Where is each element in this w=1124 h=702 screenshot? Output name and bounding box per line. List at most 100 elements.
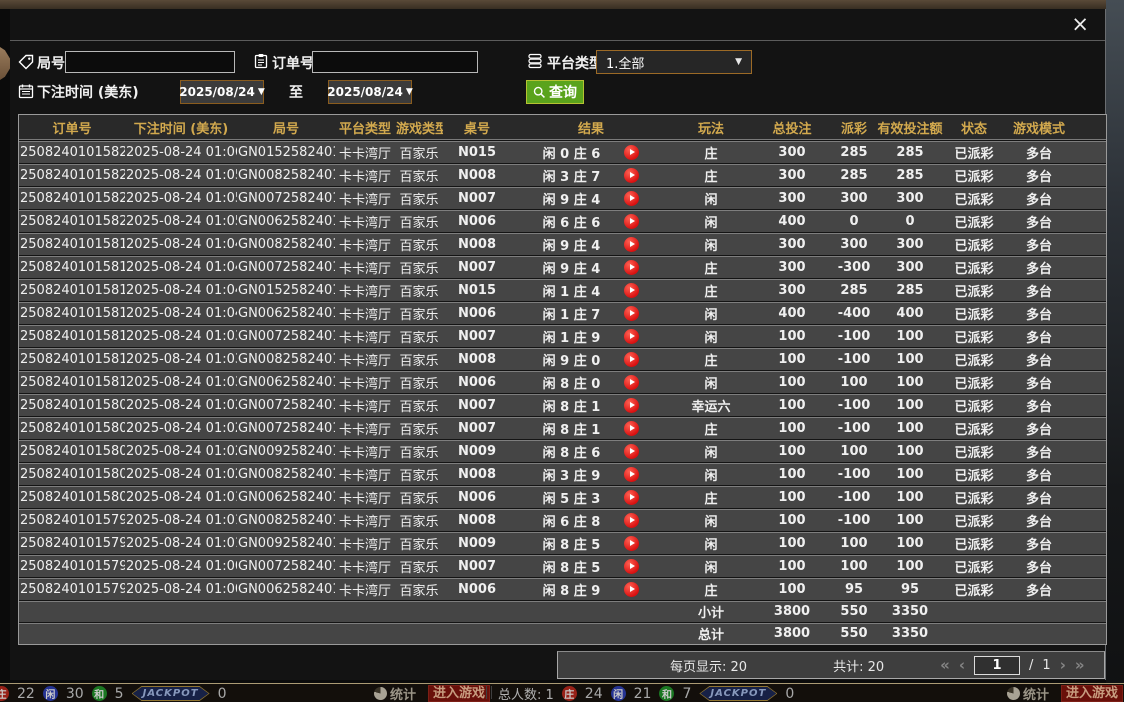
replay-icon[interactable] bbox=[624, 168, 639, 183]
cell-payout: 100 bbox=[833, 531, 875, 554]
tie-badge: 和 bbox=[92, 686, 107, 701]
cell-platform-type: 卡卡湾厅 bbox=[335, 301, 395, 324]
stats-button[interactable]: 统计 bbox=[1007, 684, 1049, 702]
cell-platform-type: 卡卡湾厅 bbox=[335, 439, 395, 462]
replay-icon[interactable] bbox=[624, 237, 639, 252]
cell-play-type: 庄 bbox=[671, 255, 751, 278]
cell-game-mode: 多台 bbox=[1003, 140, 1075, 163]
cell-bet-time: 2025-08-24 01:00:55 bbox=[125, 577, 237, 600]
cell-table-no: N006 bbox=[443, 485, 511, 508]
cell-result: 闲 3 庄 7 bbox=[511, 163, 671, 186]
first-page-icon[interactable]: « bbox=[940, 658, 950, 672]
cell-payout: -100 bbox=[833, 393, 875, 416]
next-page-icon[interactable]: › bbox=[1060, 658, 1066, 672]
platform-type-select[interactable]: 1.全部 ▼ bbox=[596, 50, 752, 74]
cell-bet-time: 2025-08-24 01:02:11 bbox=[125, 393, 237, 416]
bet-time-label: 下注时间 (美东) bbox=[37, 82, 139, 102]
cell-round-no: GN0082582401A bbox=[237, 347, 335, 370]
replay-icon[interactable] bbox=[624, 191, 639, 206]
close-icon[interactable]: × bbox=[1071, 12, 1089, 36]
cell-spacer bbox=[1075, 462, 1106, 485]
stats-button[interactable]: 统计 bbox=[374, 684, 416, 702]
page-number-input[interactable] bbox=[974, 656, 1020, 675]
replay-icon[interactable] bbox=[624, 352, 639, 367]
cell-table-no: N015 bbox=[443, 278, 511, 301]
cell-play-type: 庄 bbox=[671, 416, 751, 439]
cell-platform-type: 卡卡湾厅 bbox=[335, 209, 395, 232]
cell-game-type: 百家乐 bbox=[395, 255, 443, 278]
replay-icon[interactable] bbox=[624, 398, 639, 413]
col-header-payout: 派彩 bbox=[833, 115, 875, 140]
replay-icon[interactable] bbox=[624, 513, 639, 528]
cell-play-type: 庄 bbox=[671, 278, 751, 301]
cell-bet-time: 2025-08-24 01:01:11 bbox=[125, 508, 237, 531]
replay-icon[interactable] bbox=[624, 306, 639, 321]
cell-table-no: N007 bbox=[443, 186, 511, 209]
cell-result: 闲 1 庄 9 bbox=[511, 324, 671, 347]
cell-game-mode: 多台 bbox=[1003, 462, 1075, 485]
cell-game-type: 百家乐 bbox=[395, 531, 443, 554]
game-no-input[interactable] bbox=[65, 51, 235, 73]
left-table-actions: 统计 进入游戏 bbox=[374, 685, 490, 702]
cell-status: 已派彩 bbox=[945, 278, 1003, 301]
col-header-order-no: 订单号 bbox=[19, 115, 125, 140]
replay-icon[interactable] bbox=[624, 283, 639, 298]
cell-game-type: 百家乐 bbox=[395, 140, 443, 163]
cell-total-bet: 100 bbox=[751, 531, 833, 554]
order-no-input[interactable] bbox=[312, 51, 478, 73]
cell-payout: 285 bbox=[833, 278, 875, 301]
enter-game-button[interactable]: 进入游戏 bbox=[1061, 685, 1123, 702]
player-badge: 闲 bbox=[43, 686, 58, 701]
total-label: 总计 bbox=[671, 622, 751, 644]
replay-icon[interactable] bbox=[624, 260, 639, 275]
cell-payout: 100 bbox=[833, 554, 875, 577]
cell-game-mode: 多台 bbox=[1003, 439, 1075, 462]
jackpot-badge: JACKPOT bbox=[699, 686, 777, 701]
cell-order-no: 250824010158217 bbox=[19, 209, 125, 232]
cell-status: 已派彩 bbox=[945, 393, 1003, 416]
replay-icon[interactable] bbox=[624, 582, 639, 597]
cell-platform-type: 卡卡湾厅 bbox=[335, 163, 395, 186]
replay-icon[interactable] bbox=[624, 536, 639, 551]
enter-game-button[interactable]: 进入游戏 bbox=[428, 685, 490, 702]
replay-icon[interactable] bbox=[624, 329, 639, 344]
cell-result: 闲 9 庄 4 bbox=[511, 255, 671, 278]
cell-game-type: 百家乐 bbox=[395, 508, 443, 531]
cell-bet-time: 2025-08-24 01:03:27 bbox=[125, 324, 237, 347]
cell-table-no: N008 bbox=[443, 232, 511, 255]
cell-spacer bbox=[1075, 186, 1106, 209]
cell-game-mode: 多台 bbox=[1003, 347, 1075, 370]
date-from-picker[interactable]: 2025/08/24 ▼ bbox=[180, 80, 264, 104]
date-to-picker[interactable]: 2025/08/24 ▼ bbox=[328, 80, 412, 104]
replay-icon[interactable] bbox=[624, 467, 639, 482]
replay-icon[interactable] bbox=[624, 559, 639, 574]
replay-icon[interactable] bbox=[624, 145, 639, 160]
cell-platform-type: 卡卡湾厅 bbox=[335, 531, 395, 554]
cell-table-no: N007 bbox=[443, 393, 511, 416]
cell-valid-bet: 285 bbox=[875, 140, 945, 163]
replay-icon[interactable] bbox=[624, 421, 639, 436]
last-page-icon[interactable]: » bbox=[1075, 658, 1085, 672]
cell-game-mode: 多台 bbox=[1003, 186, 1075, 209]
cell-game-mode: 多台 bbox=[1003, 554, 1075, 577]
replay-icon[interactable] bbox=[624, 444, 639, 459]
cell-total-bet: 100 bbox=[751, 370, 833, 393]
table-row: 2508240101582262025-08-24 01:05:34GN0072… bbox=[19, 186, 1106, 209]
replay-icon[interactable] bbox=[624, 214, 639, 229]
cell-game-mode: 多台 bbox=[1003, 485, 1075, 508]
cell-payout: 285 bbox=[833, 163, 875, 186]
result-text: 闲 5 庄 3 bbox=[543, 488, 601, 507]
cell-platform-type: 卡卡湾厅 bbox=[335, 393, 395, 416]
cell-valid-bet: 400 bbox=[875, 301, 945, 324]
query-button[interactable]: 查询 bbox=[526, 80, 584, 104]
col-header-platform-type: 平台类型 bbox=[335, 115, 395, 140]
cell-spacer bbox=[1075, 508, 1106, 531]
replay-icon[interactable] bbox=[624, 490, 639, 505]
cell-game-mode: 多台 bbox=[1003, 255, 1075, 278]
cell-result: 闲 8 庄 5 bbox=[511, 554, 671, 577]
cell-payout: 0 bbox=[833, 209, 875, 232]
result-text: 闲 6 庄 8 bbox=[543, 511, 601, 530]
prev-page-icon[interactable]: ‹ bbox=[959, 658, 965, 672]
replay-icon[interactable] bbox=[624, 375, 639, 390]
cell-valid-bet: 285 bbox=[875, 163, 945, 186]
